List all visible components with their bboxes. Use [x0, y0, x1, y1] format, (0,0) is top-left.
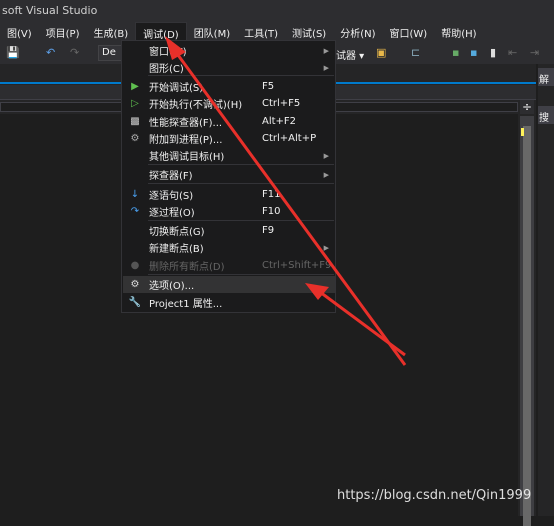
- arrow-to-options: [319, 290, 406, 357]
- arrow-to-debug-menu: [176, 54, 407, 366]
- annotation-arrows: [165, 36, 407, 366]
- arrowhead: [165, 36, 186, 60]
